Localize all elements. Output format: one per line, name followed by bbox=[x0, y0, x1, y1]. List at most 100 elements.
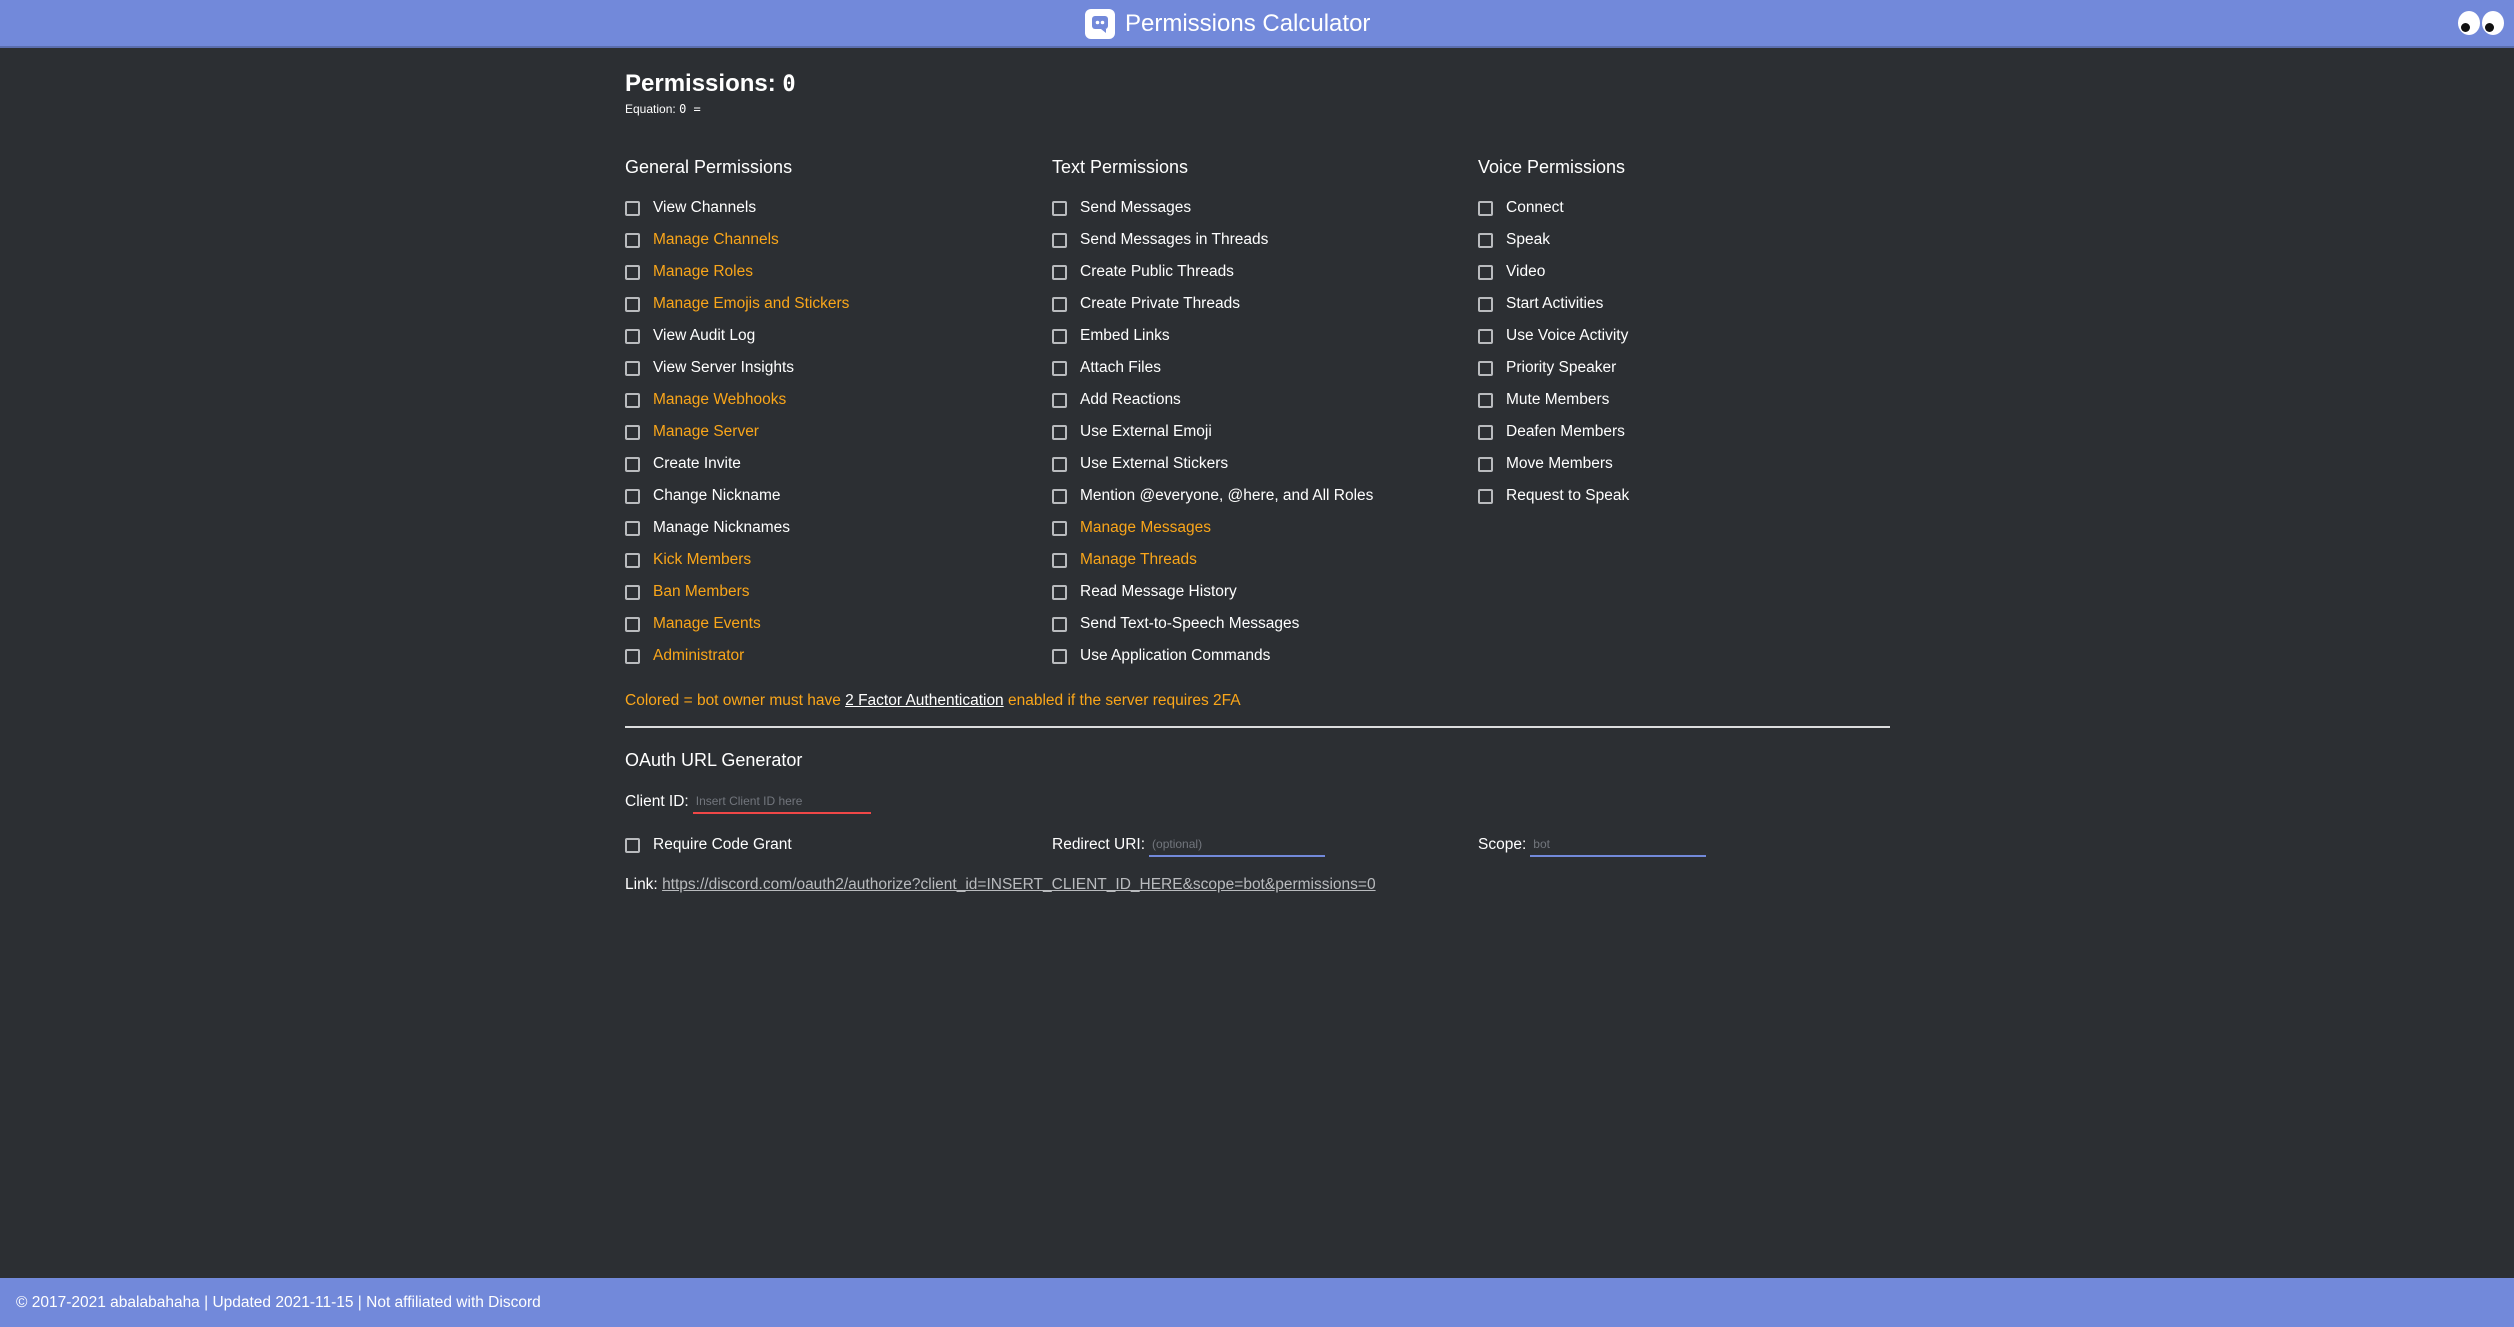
permission-checkbox[interactable] bbox=[625, 392, 640, 408]
permission-checkbox[interactable] bbox=[1052, 200, 1067, 216]
permission-checkbox[interactable] bbox=[1478, 488, 1493, 504]
permission-label: Send Messages bbox=[1080, 199, 1192, 216]
permission-item[interactable]: Create Invite bbox=[625, 448, 1045, 480]
permission-checkbox[interactable] bbox=[1478, 328, 1493, 344]
permission-item[interactable]: Ban Members bbox=[625, 576, 1045, 608]
permission-item[interactable]: Manage Nicknames bbox=[625, 512, 1045, 544]
permission-checkbox[interactable] bbox=[1478, 456, 1493, 472]
permission-item[interactable]: Attach Files bbox=[1052, 352, 1472, 384]
permission-checkbox[interactable] bbox=[625, 616, 640, 632]
redirect-uri-input[interactable] bbox=[1149, 833, 1326, 857]
permission-item[interactable]: Read Message History bbox=[1052, 576, 1472, 608]
permission-label: Create Private Threads bbox=[1080, 295, 1240, 312]
scope-input[interactable] bbox=[1530, 833, 1707, 857]
permission-item[interactable]: Deafen Members bbox=[1478, 416, 1898, 448]
permission-checkbox[interactable] bbox=[1478, 232, 1493, 248]
permission-item[interactable]: Administrator bbox=[625, 640, 1045, 672]
scope-label: Scope: bbox=[1478, 836, 1527, 853]
permission-item[interactable]: Create Public Threads bbox=[1052, 256, 1472, 288]
permission-item[interactable]: Manage Messages bbox=[1052, 512, 1472, 544]
two-factor-link[interactable]: 2 Factor Authentication bbox=[845, 692, 1004, 709]
permission-item[interactable]: Use Voice Activity bbox=[1478, 320, 1898, 352]
permission-checkbox[interactable] bbox=[1052, 392, 1067, 408]
permission-item[interactable]: Request to Speak bbox=[1478, 480, 1898, 512]
permission-item[interactable]: Video bbox=[1478, 256, 1898, 288]
footer: © 2017-2021 abalabahaha | Updated 2021-1… bbox=[0, 1278, 2514, 1327]
permission-item[interactable]: Use External Emoji bbox=[1052, 416, 1472, 448]
permission-item[interactable]: Connect bbox=[1478, 192, 1898, 224]
permission-item[interactable]: Change Nickname bbox=[625, 480, 1045, 512]
permission-checkbox[interactable] bbox=[1478, 424, 1493, 440]
permission-item[interactable]: Move Members bbox=[1478, 448, 1898, 480]
permission-checkbox[interactable] bbox=[1052, 424, 1067, 440]
permission-label: Video bbox=[1506, 263, 1546, 280]
permission-checkbox[interactable] bbox=[625, 584, 640, 600]
permission-item[interactable]: Manage Webhooks bbox=[625, 384, 1045, 416]
permission-checkbox[interactable] bbox=[625, 360, 640, 376]
permission-checkbox[interactable] bbox=[625, 488, 640, 504]
permission-checkbox[interactable] bbox=[625, 232, 640, 248]
permission-label: Deafen Members bbox=[1506, 423, 1625, 440]
permission-item[interactable]: Kick Members bbox=[625, 544, 1045, 576]
permission-checkbox[interactable] bbox=[625, 200, 640, 216]
permission-item[interactable]: Manage Threads bbox=[1052, 544, 1472, 576]
permission-item[interactable]: Create Private Threads bbox=[1052, 288, 1472, 320]
permission-checkbox[interactable] bbox=[1052, 296, 1067, 312]
permission-label: Attach Files bbox=[1080, 359, 1161, 376]
permission-checkbox[interactable] bbox=[625, 264, 640, 280]
permission-item[interactable]: Manage Channels bbox=[625, 224, 1045, 256]
oauth-link[interactable]: https://discord.com/oauth2/authorize?cli… bbox=[662, 876, 1376, 893]
permission-item[interactable]: Send Messages in Threads bbox=[1052, 224, 1472, 256]
permission-checkbox[interactable] bbox=[1052, 456, 1067, 472]
permission-checkbox[interactable] bbox=[625, 328, 640, 344]
permission-checkbox[interactable] bbox=[625, 552, 640, 568]
permission-checkbox[interactable] bbox=[1052, 488, 1067, 504]
permission-item[interactable]: Start Activities bbox=[1478, 288, 1898, 320]
permission-label: Request to Speak bbox=[1506, 487, 1630, 504]
permission-checkbox[interactable] bbox=[1052, 648, 1067, 664]
permission-item[interactable]: Use External Stickers bbox=[1052, 448, 1472, 480]
permission-item[interactable]: Mute Members bbox=[1478, 384, 1898, 416]
permission-item[interactable]: Speak bbox=[1478, 224, 1898, 256]
permission-checkbox[interactable] bbox=[1052, 232, 1067, 248]
permission-checkbox[interactable] bbox=[1052, 360, 1067, 376]
permission-label: Send Messages in Threads bbox=[1080, 231, 1269, 248]
permission-item[interactable]: Manage Events bbox=[625, 608, 1045, 640]
permission-checkbox[interactable] bbox=[625, 648, 640, 664]
permission-checkbox[interactable] bbox=[1478, 200, 1493, 216]
permission-checkbox[interactable] bbox=[1478, 296, 1493, 312]
permission-checkbox[interactable] bbox=[1052, 328, 1067, 344]
require-code-grant[interactable]: Require Code Grant bbox=[625, 830, 792, 860]
permission-checkbox[interactable] bbox=[1478, 392, 1493, 408]
permission-label: Read Message History bbox=[1080, 583, 1237, 600]
permission-item[interactable]: Priority Speaker bbox=[1478, 352, 1898, 384]
permission-item[interactable]: Manage Roles bbox=[625, 256, 1045, 288]
permission-checkbox[interactable] bbox=[1478, 360, 1493, 376]
permission-item[interactable]: Manage Server bbox=[625, 416, 1045, 448]
permission-item[interactable]: View Channels bbox=[625, 192, 1045, 224]
permission-checkbox[interactable] bbox=[1052, 520, 1067, 536]
permission-item[interactable]: Manage Emojis and Stickers bbox=[625, 288, 1045, 320]
permission-item[interactable]: Send Messages bbox=[1052, 192, 1472, 224]
two-factor-note: Colored = bot owner must have 2 Factor A… bbox=[625, 692, 1241, 710]
permission-item[interactable]: View Audit Log bbox=[625, 320, 1045, 352]
require-code-grant-checkbox[interactable] bbox=[625, 837, 640, 853]
permission-item[interactable]: Use Application Commands bbox=[1052, 640, 1472, 672]
permission-label: Priority Speaker bbox=[1506, 359, 1617, 376]
permission-checkbox[interactable] bbox=[1478, 264, 1493, 280]
permission-item[interactable]: Embed Links bbox=[1052, 320, 1472, 352]
permission-item[interactable]: Add Reactions bbox=[1052, 384, 1472, 416]
divider bbox=[625, 726, 1890, 728]
permission-item[interactable]: View Server Insights bbox=[625, 352, 1045, 384]
permission-checkbox[interactable] bbox=[625, 296, 640, 312]
permission-checkbox[interactable] bbox=[1052, 264, 1067, 280]
permission-checkbox[interactable] bbox=[625, 456, 640, 472]
permission-checkbox[interactable] bbox=[1052, 616, 1067, 632]
permission-item[interactable]: Mention @everyone, @here, and All Roles bbox=[1052, 480, 1472, 512]
permission-checkbox[interactable] bbox=[1052, 552, 1067, 568]
permission-item[interactable]: Send Text-to-Speech Messages bbox=[1052, 608, 1472, 640]
permission-checkbox[interactable] bbox=[625, 520, 640, 536]
permission-checkbox[interactable] bbox=[625, 424, 640, 440]
permission-checkbox[interactable] bbox=[1052, 584, 1067, 600]
client-id-input[interactable] bbox=[692, 790, 871, 814]
